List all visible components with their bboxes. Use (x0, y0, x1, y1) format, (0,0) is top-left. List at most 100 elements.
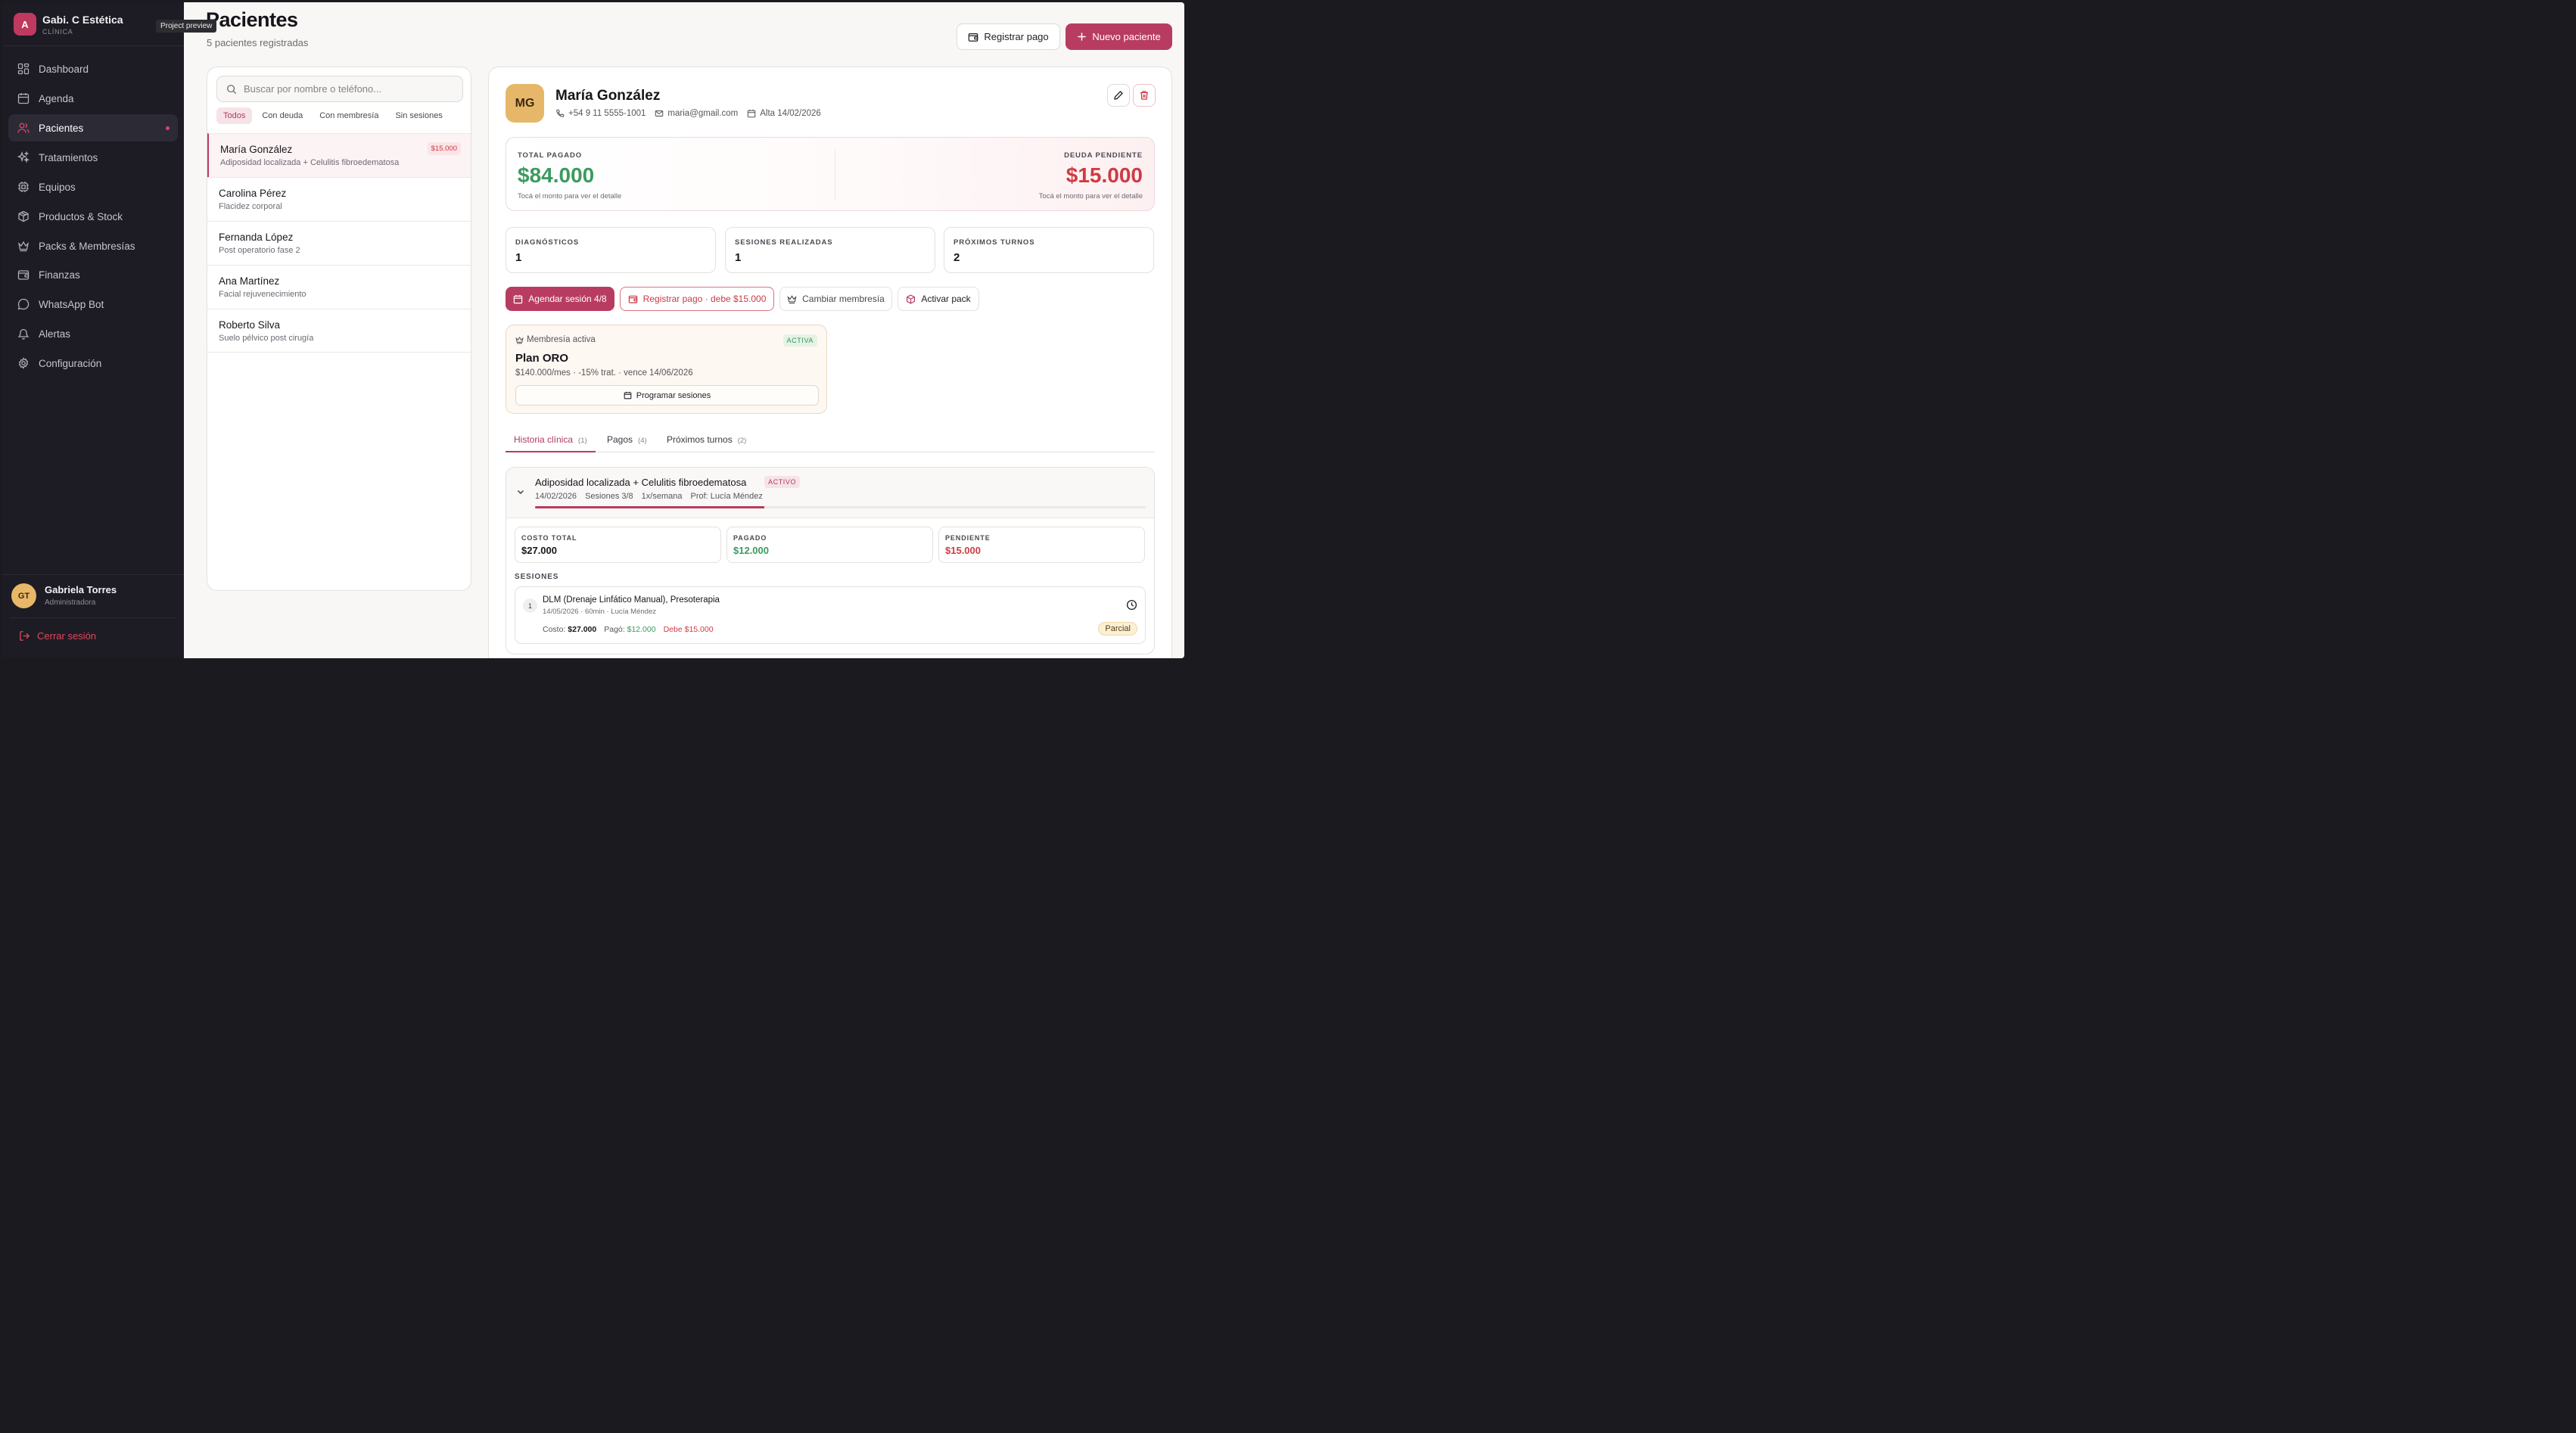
trash-icon (1140, 91, 1148, 100)
sidebar-item-label: WhatsApp Bot (39, 298, 104, 310)
new-patient-button[interactable]: Nuevo paciente (1066, 23, 1172, 50)
register-payment-debt-button[interactable]: Registrar pago · debe $15.000 (620, 287, 774, 311)
sidebar-item-finanzas[interactable]: Finanzas (8, 261, 178, 288)
page-subtitle: 5 pacientes registradas (207, 37, 309, 48)
sidebar-item-configuracion[interactable]: Configuración (8, 350, 178, 377)
tab-count: (2) (737, 437, 747, 445)
sidebar-divider (10, 617, 176, 618)
wallet-icon (969, 33, 978, 42)
tab-count: (1) (578, 437, 587, 445)
patient-diagnosis: Suelo pélvico post cirugía (219, 334, 314, 343)
filter-tabs: Todos Con deuda Con membresía Sin sesion… (216, 107, 453, 124)
sidebar-item-tratamientos[interactable]: Tratamientos (8, 144, 178, 171)
patient-email[interactable]: maria@gmail.com (655, 109, 738, 118)
patient-phone[interactable]: +54 9 11 5555-1001 (555, 109, 646, 118)
patient-diagnosis: Post operatorio fase 2 (219, 246, 300, 255)
patient-diagnosis: Adiposidad localizada + Celulitis fibroe… (220, 158, 400, 167)
session-status-badge: Parcial (1098, 622, 1137, 636)
project-preview-tooltip: Project preview (156, 20, 217, 33)
sidebar-item-whatsapp[interactable]: WhatsApp Bot (8, 291, 178, 318)
sidebar-item-alertas[interactable]: Alertas (8, 320, 178, 347)
total-paid-amount[interactable]: $84.000 (518, 163, 594, 188)
patient-row[interactable]: Carolina Pérez Flacidez corporal (207, 177, 471, 221)
sidebar-item-label: Tratamientos (39, 151, 98, 163)
register-payment-label: Registrar pago (984, 31, 1049, 42)
stat-label: DIAGNÓSTICOS (515, 238, 580, 247)
tab-proximos-turnos[interactable]: Próximos turnos (2) (667, 434, 746, 445)
session-cost-value: $27.000 (568, 625, 597, 634)
detail-tabs: Historia clínica (1) Pagos (4) Próximos … (506, 429, 1155, 452)
wallet-icon (17, 270, 30, 280)
sidebar-item-equipos[interactable]: Equipos (8, 173, 178, 200)
treatment-header[interactable]: Adiposidad localizada + Celulitis fibroe… (506, 468, 1154, 518)
session-meta: 14/05/2026 · 60min · Lucía Méndez (543, 608, 656, 616)
pencil-icon (1114, 91, 1123, 100)
patient-row[interactable]: María González Adiposidad localizada + C… (207, 133, 471, 177)
treatment-frequency: 1x/semana (641, 492, 683, 501)
total-paid-label: TOTAL PAGADO (518, 151, 583, 160)
edit-patient-button[interactable] (1107, 84, 1130, 107)
sidebar-divider (2, 574, 184, 575)
cost-value: $12.000 (733, 545, 769, 556)
filter-sin-sesiones[interactable]: Sin sesiones (388, 107, 449, 124)
delete-patient-button[interactable] (1133, 84, 1156, 107)
sidebar-item-dashboard[interactable]: Dashboard (8, 55, 178, 82)
program-sessions-label: Programar sesiones (636, 390, 711, 400)
session-paid-label: Pagó: (604, 625, 625, 634)
clock-icon[interactable] (1126, 599, 1137, 611)
search-icon (227, 84, 237, 94)
phone-text: +54 9 11 5555-1001 (568, 109, 646, 118)
cost-label: PENDIENTE (945, 534, 991, 542)
program-sessions-button[interactable]: Programar sesiones (515, 385, 819, 406)
session-row[interactable]: 1 DLM (Drenaje Linfático Manual), Presot… (515, 586, 1146, 644)
activate-pack-button[interactable]: Activar pack (898, 287, 979, 311)
sidebar-item-packs[interactable]: Packs & Membresías (8, 232, 178, 260)
treatment-status-badge: ACTIVO (764, 476, 801, 488)
filter-con-membresia[interactable]: Con membresía (313, 107, 385, 124)
patient-name: Roberto Silva (219, 319, 281, 331)
phone-icon (556, 109, 565, 117)
filter-con-deuda[interactable]: Con deuda (255, 107, 310, 124)
schedule-session-button[interactable]: Agendar sesión 4/8 (506, 287, 614, 311)
sidebar: A Gabi. C Estética CLÍNICA Project previ… (2, 2, 217, 658)
patient-row[interactable]: Ana Martínez Facial rejuvenecimiento (207, 265, 471, 309)
crown-icon (787, 294, 797, 303)
brand-logo[interactable]: A (14, 13, 36, 36)
tab-pagos[interactable]: Pagos (4) (607, 434, 647, 445)
patient-name: Carolina Pérez (219, 188, 287, 199)
calendar-icon (514, 294, 523, 303)
treatment-card: Adiposidad localizada + Celulitis fibroe… (506, 467, 1155, 654)
patient-row[interactable]: Fernanda López Post operatorio fase 2 (207, 221, 471, 265)
debt-badge: $15.000 (427, 142, 461, 155)
patient-row[interactable]: Roberto Silva Suelo pélvico post cirugía (207, 309, 471, 353)
sidebar-item-agenda[interactable]: Agenda (8, 85, 178, 112)
logout-button[interactable]: Cerrar sesión (19, 630, 96, 642)
sidebar-item-pacientes[interactable]: Pacientes (8, 114, 178, 141)
patient-name: María González (220, 144, 293, 155)
user-avatar[interactable]: GT (11, 583, 36, 608)
search-input[interactable] (244, 83, 456, 95)
session-paid-value: $12.000 (627, 625, 656, 634)
calendar-icon (624, 391, 632, 399)
tab-historia-clinica[interactable]: Historia clínica (1) (514, 434, 587, 445)
plus-icon (1078, 33, 1086, 41)
stat-diagnosticos: DIAGNÓSTICOS 1 (506, 227, 716, 273)
patient-detail-name: María González (555, 88, 661, 104)
treatment-professional: Prof: Lucía Méndez (690, 492, 763, 501)
treatment-progress-fill (535, 506, 764, 508)
filter-todos[interactable]: Todos (216, 107, 253, 124)
change-membership-button[interactable]: Cambiar membresía (779, 287, 892, 311)
sidebar-item-productos[interactable]: Productos & Stock (8, 203, 178, 230)
session-amounts: Costo: $27.000 Pagó: $12.000 Debe $15.00… (543, 625, 721, 634)
register-payment-button[interactable]: Registrar pago (957, 23, 1060, 50)
search-box[interactable] (216, 76, 463, 102)
debt-amount[interactable]: $15.000 (1066, 163, 1143, 188)
session-title: DLM (Drenaje Linfático Manual), Presoter… (543, 595, 720, 605)
membership-label: Membresía activa (515, 335, 596, 344)
patient-contact-info: +54 9 11 5555-1001 maria@gmail.com Alta … (555, 109, 830, 118)
session-debt: Debe $15.000 (663, 625, 714, 634)
user-name: Gabriela Torres (45, 584, 117, 595)
gear-icon (18, 357, 29, 369)
cost-total-card: COSTO TOTAL $27.000 (515, 527, 721, 563)
chevron-down-icon[interactable] (516, 487, 525, 496)
